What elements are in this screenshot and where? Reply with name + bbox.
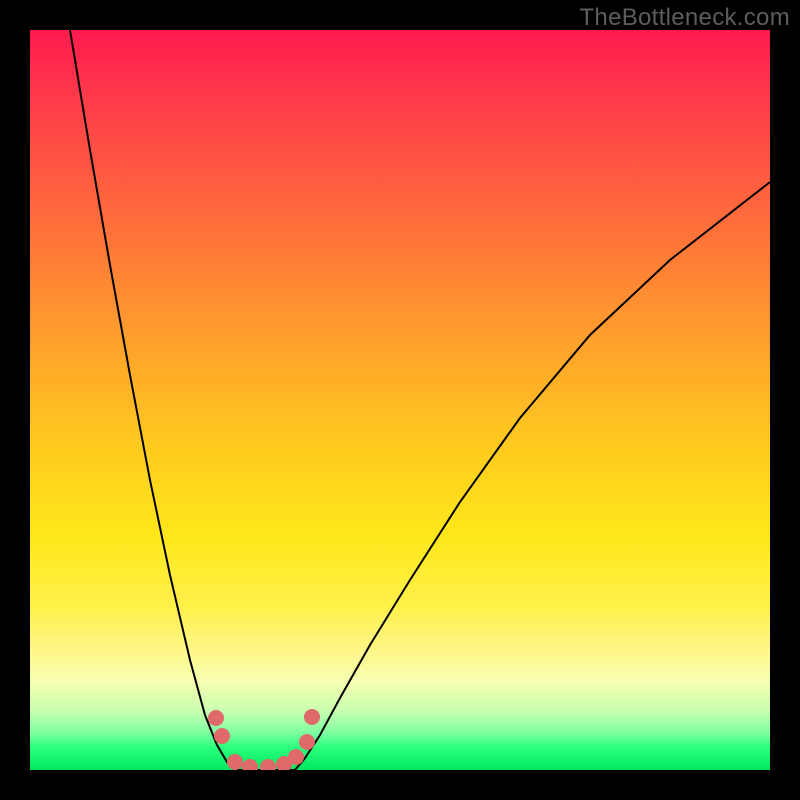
marker-dot [260, 759, 276, 770]
curve-left [70, 30, 235, 770]
curve-right [295, 182, 770, 770]
marker-dot [242, 759, 258, 770]
marker-dot [288, 749, 304, 765]
watermark-label: TheBottleneck.com [579, 4, 790, 32]
chart-frame: TheBottleneck.com [0, 0, 800, 800]
plot-area [30, 30, 770, 770]
curve-layer [30, 30, 770, 770]
marker-dot [208, 710, 224, 726]
marker-dot [227, 754, 243, 770]
marker-dot [299, 734, 315, 750]
marker-dot [304, 709, 320, 725]
marker-dot [214, 728, 230, 744]
